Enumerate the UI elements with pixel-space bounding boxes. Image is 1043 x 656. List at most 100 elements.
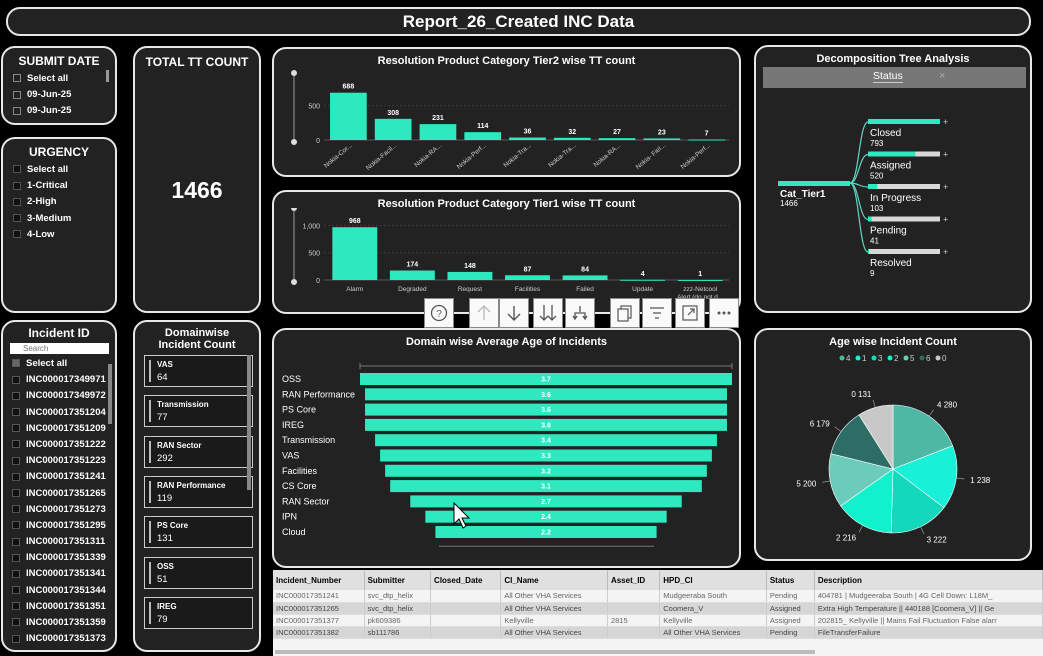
incident-item[interactable]: INC000017351273 xyxy=(12,502,115,518)
checkbox-icon[interactable] xyxy=(12,440,20,449)
checkbox-icon[interactable] xyxy=(12,424,20,433)
expand-plus-icon[interactable]: + xyxy=(943,117,948,127)
legend-label[interactable]: 4 xyxy=(846,354,851,363)
node-bar-track[interactable] xyxy=(868,249,940,254)
checkbox-icon[interactable] xyxy=(13,181,21,190)
help-icon[interactable]: ? xyxy=(424,298,454,328)
domain-card[interactable]: Transmission 77 xyxy=(144,395,253,428)
checkbox-icon[interactable] xyxy=(13,230,21,239)
domain-card[interactable]: IREG 79 xyxy=(144,596,253,629)
expand-plus-icon[interactable]: + xyxy=(943,247,948,257)
legend-marker[interactable] xyxy=(919,355,925,361)
bar[interactable] xyxy=(562,275,608,280)
incident-scrollbar[interactable] xyxy=(108,364,112,424)
arrow-down-icon[interactable] xyxy=(499,298,529,328)
urgency-item[interactable]: 1-Critical xyxy=(13,178,115,194)
checkbox-icon[interactable] xyxy=(12,375,20,384)
expand-plus-icon[interactable]: + xyxy=(943,215,948,225)
checkbox-icon[interactable] xyxy=(13,214,21,223)
checkbox-icon[interactable] xyxy=(12,602,20,611)
urgency-item[interactable]: Select all xyxy=(13,162,115,178)
incident-item[interactable]: INC000017351295 xyxy=(12,518,115,534)
domainwise-scrollbar[interactable] xyxy=(247,355,251,490)
incident-item[interactable]: INC000017351265 xyxy=(12,486,115,502)
bar[interactable] xyxy=(389,270,435,280)
bar[interactable] xyxy=(419,124,457,140)
slicer-scrollbar[interactable] xyxy=(106,70,109,82)
legend-label[interactable]: 5 xyxy=(910,354,915,363)
checkbox-icon[interactable] xyxy=(12,618,20,627)
checkbox-icon[interactable] xyxy=(12,634,20,643)
domain-card[interactable]: RAN Performance 119 xyxy=(144,475,253,508)
table-row[interactable]: INC000017351382 sb111786 All Other VHA Ser… xyxy=(273,626,1043,639)
table-row[interactable]: INC000017351377 pk609386 Kellyville 2815 Kel… xyxy=(273,614,1043,627)
checkbox-icon[interactable] xyxy=(12,359,20,368)
urgency-item[interactable]: 3-Medium xyxy=(13,211,115,227)
incident-search-input[interactable] xyxy=(10,343,109,354)
bar[interactable] xyxy=(464,132,502,140)
incident-item[interactable]: INC000017351209 xyxy=(12,421,115,437)
domain-card[interactable]: PS Core 131 xyxy=(144,516,253,549)
expand-plus-icon[interactable]: + xyxy=(943,182,948,192)
column-header[interactable]: Status xyxy=(766,570,815,590)
node-bar-fill[interactable] xyxy=(868,216,872,222)
submit-date-item[interactable]: Select all xyxy=(13,71,115,87)
incident-item[interactable]: INC000017351359 xyxy=(12,615,115,631)
checkbox-icon[interactable] xyxy=(13,197,21,206)
column-header[interactable]: Description xyxy=(814,570,1043,590)
domain-card[interactable]: RAN Sector 292 xyxy=(144,435,253,468)
domain-card[interactable]: VAS 64 xyxy=(144,355,253,387)
bar[interactable] xyxy=(447,271,493,280)
column-header[interactable]: CI_Name xyxy=(500,570,608,590)
slider-handle[interactable] xyxy=(291,70,297,76)
expand-plus-icon[interactable]: + xyxy=(943,150,948,160)
node-bar-track[interactable] xyxy=(868,216,940,222)
checkbox-icon[interactable] xyxy=(13,165,21,174)
bar[interactable] xyxy=(643,138,681,140)
checkbox-icon[interactable] xyxy=(12,391,20,400)
bar[interactable] xyxy=(677,279,723,281)
checkbox-icon[interactable] xyxy=(13,74,21,83)
domain-card[interactable]: OSS 51 xyxy=(144,556,253,589)
legend-marker[interactable] xyxy=(855,355,861,361)
incident-item[interactable]: Select all xyxy=(12,356,115,372)
checkbox-icon[interactable] xyxy=(12,537,20,546)
root-node-bar[interactable] xyxy=(778,181,850,186)
checkbox-icon[interactable] xyxy=(12,505,20,514)
column-header[interactable]: Incident_Number xyxy=(273,570,365,590)
bar[interactable] xyxy=(598,138,636,140)
bar[interactable] xyxy=(688,139,725,141)
bar[interactable] xyxy=(509,137,546,140)
incident-item[interactable]: INC000017351222 xyxy=(12,437,115,453)
bar[interactable] xyxy=(332,227,378,280)
checkbox-icon[interactable] xyxy=(12,553,20,562)
legend-label[interactable]: 3 xyxy=(878,354,883,363)
node-bar-fill[interactable] xyxy=(868,151,916,157)
legend-marker[interactable] xyxy=(935,355,941,361)
checkbox-icon[interactable] xyxy=(13,106,21,115)
legend-marker[interactable] xyxy=(871,355,877,361)
legend-marker[interactable] xyxy=(839,355,845,361)
legend-label[interactable]: 1 xyxy=(862,354,867,363)
filter-icon[interactable] xyxy=(642,298,672,328)
checkbox-icon[interactable] xyxy=(12,472,20,481)
incident-item[interactable]: INC000017351344 xyxy=(12,583,115,599)
column-header[interactable]: Submitter xyxy=(364,570,432,590)
column-header[interactable]: HPD_CI xyxy=(659,570,767,590)
incident-item[interactable]: INC000017351223 xyxy=(12,453,115,469)
checkbox-icon[interactable] xyxy=(12,408,20,417)
slider-handle[interactable] xyxy=(291,139,297,145)
bar[interactable] xyxy=(330,92,367,140)
bar[interactable] xyxy=(620,279,666,281)
node-bar-fill[interactable] xyxy=(868,249,869,254)
incident-item[interactable]: INC000017349971 xyxy=(12,372,115,388)
incident-item[interactable]: INC000017351341 xyxy=(12,566,115,582)
bar[interactable] xyxy=(374,118,412,140)
table-h-scrollbar[interactable] xyxy=(275,650,815,654)
table-row[interactable]: INC000017351241 svc_dtp_helix All Other VH… xyxy=(273,590,1043,603)
column-header[interactable]: Closed_Date xyxy=(430,570,502,590)
more-options-icon[interactable] xyxy=(709,298,739,328)
node-bar-fill[interactable] xyxy=(868,184,878,189)
incident-item[interactable]: INC000017351373 xyxy=(12,631,115,647)
incident-item[interactable]: INC000017351241 xyxy=(12,469,115,485)
